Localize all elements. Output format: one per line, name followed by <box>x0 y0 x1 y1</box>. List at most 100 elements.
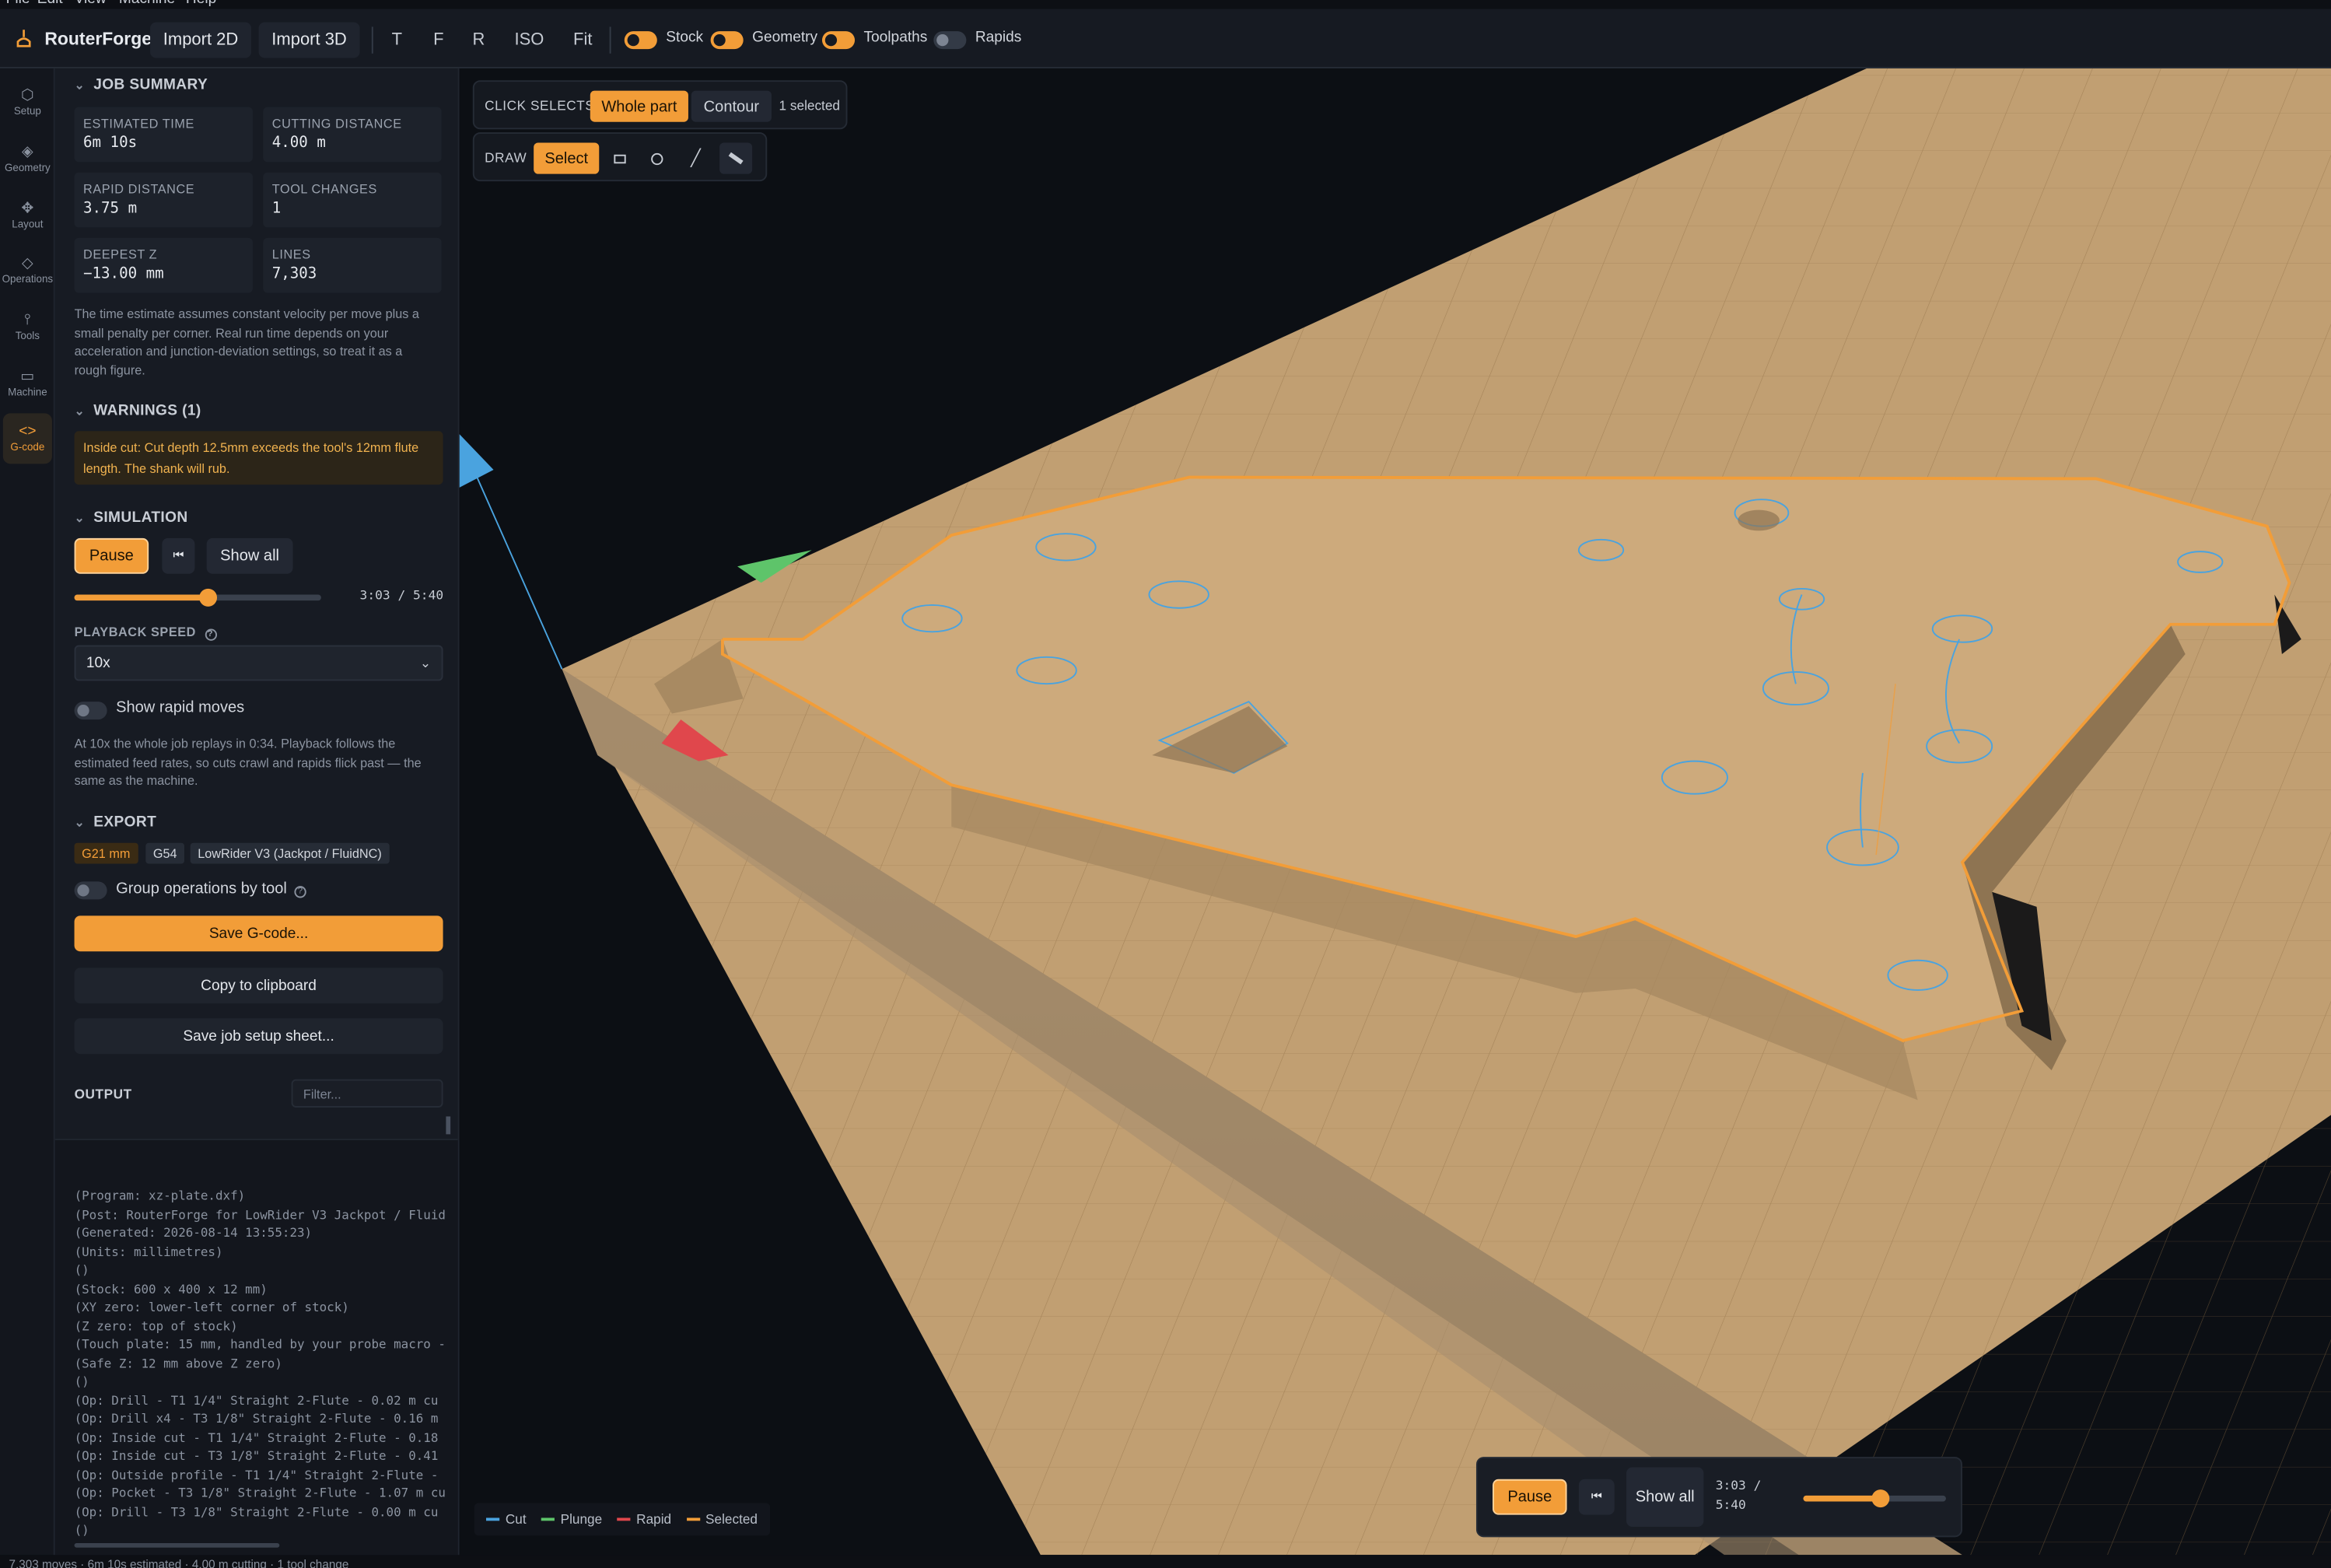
toolpaths-toggle[interactable] <box>821 31 856 50</box>
viewport-pause-button[interactable]: Pause <box>1492 1479 1567 1515</box>
rapids-toggle[interactable] <box>933 31 967 50</box>
circle-tool-button[interactable] <box>642 142 672 173</box>
contour-button[interactable]: Contour <box>691 90 772 122</box>
stat-value: 6m 10s <box>83 135 138 152</box>
sim-show-all-button[interactable]: Show all <box>206 537 293 574</box>
playback-speed-select[interactable]: 10x ⌄ <box>74 645 443 681</box>
3d-viewport[interactable]: CLICK SELECTS Whole part Contour 1 selec… <box>459 68 2331 1556</box>
playback-speed-label: PLAYBACK SPEED ? <box>75 625 217 641</box>
units-chip: G21 mm <box>74 842 138 864</box>
view-iso-button[interactable]: ISO <box>507 23 551 58</box>
sim-rewind-button[interactable]: ⏮ <box>162 537 195 574</box>
rail-item-gcode[interactable]: <> G-code <box>2 413 52 464</box>
stat-label: CUTTING DISTANCE <box>271 116 402 131</box>
bit-icon: ⫯ <box>24 311 31 328</box>
playback-speed-value: 10x <box>86 654 110 671</box>
viewport-show-all-label: Show all <box>1635 1488 1695 1507</box>
copy-to-clipboard-button[interactable]: Copy to clipboard <box>74 968 443 1004</box>
z-axis-marker <box>459 434 494 488</box>
job-summary-header[interactable]: ⌄ JOB SUMMARY <box>75 77 208 93</box>
save-gcode-button[interactable]: Save G-code... <box>74 915 443 952</box>
toolbar: RouterForge Import 2D Import 3D T F R IS… <box>0 9 2331 68</box>
output-vertical-scrollbar[interactable] <box>446 1116 451 1135</box>
line-tool-button[interactable]: ╱ <box>681 142 710 173</box>
line-icon: ╱ <box>691 150 701 168</box>
menu-edit[interactable]: Edit <box>37 0 63 8</box>
gcode-line: (Z zero: top of stock) <box>74 1318 238 1333</box>
stock-toggle[interactable] <box>624 31 657 50</box>
rectangle-tool-button[interactable] <box>605 142 635 173</box>
view-right-button[interactable]: R <box>465 23 492 58</box>
viewport-progress-knob[interactable] <box>1871 1489 1889 1508</box>
viewport-show-all-button[interactable]: Show all <box>1626 1467 1704 1527</box>
help-icon[interactable]: ? <box>294 886 306 898</box>
import-3d-button[interactable]: Import 3D <box>258 22 360 58</box>
rail-item-layout[interactable]: ✥ Layout <box>3 191 52 241</box>
rail-item-label: Setup <box>13 106 41 117</box>
rail-item-geometry[interactable]: ◈ Geometry <box>3 134 52 184</box>
menu-machine[interactable]: Machine <box>119 0 175 8</box>
gcode-line: () <box>74 1374 89 1389</box>
stat-label: TOOL CHANGES <box>271 181 377 197</box>
geometry-toggle-label: Geometry <box>752 30 818 47</box>
show-rapid-moves-switch[interactable] <box>74 702 107 720</box>
group-by-tool-switch[interactable] <box>74 881 107 900</box>
help-icon[interactable]: ? <box>204 628 217 641</box>
rail-item-machine[interactable]: ▭ Machine <box>3 359 52 409</box>
chevron-down-icon: ⌄ <box>419 654 432 670</box>
section-title: EXPORT <box>93 814 157 831</box>
click-selects-label: CLICK SELECTS <box>485 98 595 114</box>
simulation-header[interactable]: ⌄ SIMULATION <box>75 510 188 527</box>
select-tool-button[interactable]: Select <box>534 142 600 174</box>
geometry-toggle[interactable] <box>710 31 744 50</box>
status-bar: 7,303 moves · 6m 10s estimated · 4.00 m … <box>0 1555 2331 1568</box>
viewport-progress-slider[interactable] <box>1803 1489 1946 1508</box>
save-setup-sheet-button[interactable]: Save job setup sheet... <box>74 1018 443 1055</box>
click-selects-bar: CLICK SELECTS Whole part Contour 1 selec… <box>472 80 848 130</box>
rail-item-operations[interactable]: ◇ Operations <box>2 245 53 296</box>
legend-label: Rapid <box>636 1511 672 1527</box>
playback-note: At 10x the whole job replays in 0:34. Pl… <box>74 736 422 789</box>
rail-item-tools[interactable]: ⫯ Tools <box>3 302 52 352</box>
sim-progress-knob[interactable] <box>198 588 217 607</box>
ruler-icon <box>728 152 744 165</box>
import-2d-button[interactable]: Import 2D <box>150 22 252 58</box>
sim-time-readout: 3:03 / 5:40 <box>359 588 444 604</box>
output-title: OUTPUT <box>74 1087 132 1102</box>
stat-estimated-time: ESTIMATED TIME 6m 10s <box>74 107 253 163</box>
view-front-button[interactable]: F <box>425 23 452 58</box>
warnings-header[interactable]: ⌄ WARNINGS (1) <box>75 403 201 419</box>
rail-item-setup[interactable]: ⬡ Setup <box>3 77 52 128</box>
code-icon: <> <box>19 422 37 439</box>
view-fit-button[interactable]: Fit <box>563 23 602 58</box>
section-title: SIMULATION <box>93 509 188 527</box>
gcode-line: () <box>74 1522 89 1538</box>
rapid-swatch <box>617 1517 631 1521</box>
legend-item-cut: Cut <box>486 1512 527 1527</box>
gcode-output[interactable]: (Program: xz-plate.dxf) (Post: RouterForg… <box>75 1186 450 1555</box>
gcode-line: (Units: millimetres) <box>74 1243 223 1258</box>
export-header[interactable]: ⌄ EXPORT <box>75 814 157 831</box>
gcode-line: (Op: Outside profile - T1 1/4" Straight … <box>74 1466 439 1482</box>
rapids-toggle-label: Rapids <box>975 30 1022 47</box>
output-filter-input[interactable] <box>291 1079 443 1108</box>
output-horizontal-scrollbar[interactable] <box>74 1542 280 1548</box>
scene-canvas[interactable] <box>459 68 2331 1556</box>
app-name: RouterForge <box>44 28 152 50</box>
sim-pause-button[interactable]: Pause <box>74 537 149 574</box>
circle-icon <box>651 152 663 165</box>
legend-item-plunge: Plunge <box>541 1512 602 1527</box>
menu-file[interactable]: File <box>6 0 30 8</box>
whole-part-button[interactable]: Whole part <box>590 90 688 122</box>
stat-rapid-distance: RAPID DISTANCE 3.75 m <box>74 172 253 228</box>
menu-help[interactable]: Help <box>186 0 216 8</box>
sim-progress-slider[interactable] <box>74 588 321 607</box>
legend-item-rapid: Rapid <box>617 1512 671 1527</box>
measure-tool-button[interactable] <box>719 142 753 174</box>
menu-view[interactable]: View <box>75 0 107 8</box>
rail-item-label: G-code <box>10 442 45 453</box>
view-top-button[interactable]: T <box>383 23 410 58</box>
gcode-panel: ⌄ JOB SUMMARY ESTIMATED TIME 6m 10s CUTT… <box>54 68 460 1556</box>
stat-value: 7,303 <box>271 266 317 283</box>
viewport-rewind-button[interactable]: ⏮ <box>1578 1479 1615 1515</box>
